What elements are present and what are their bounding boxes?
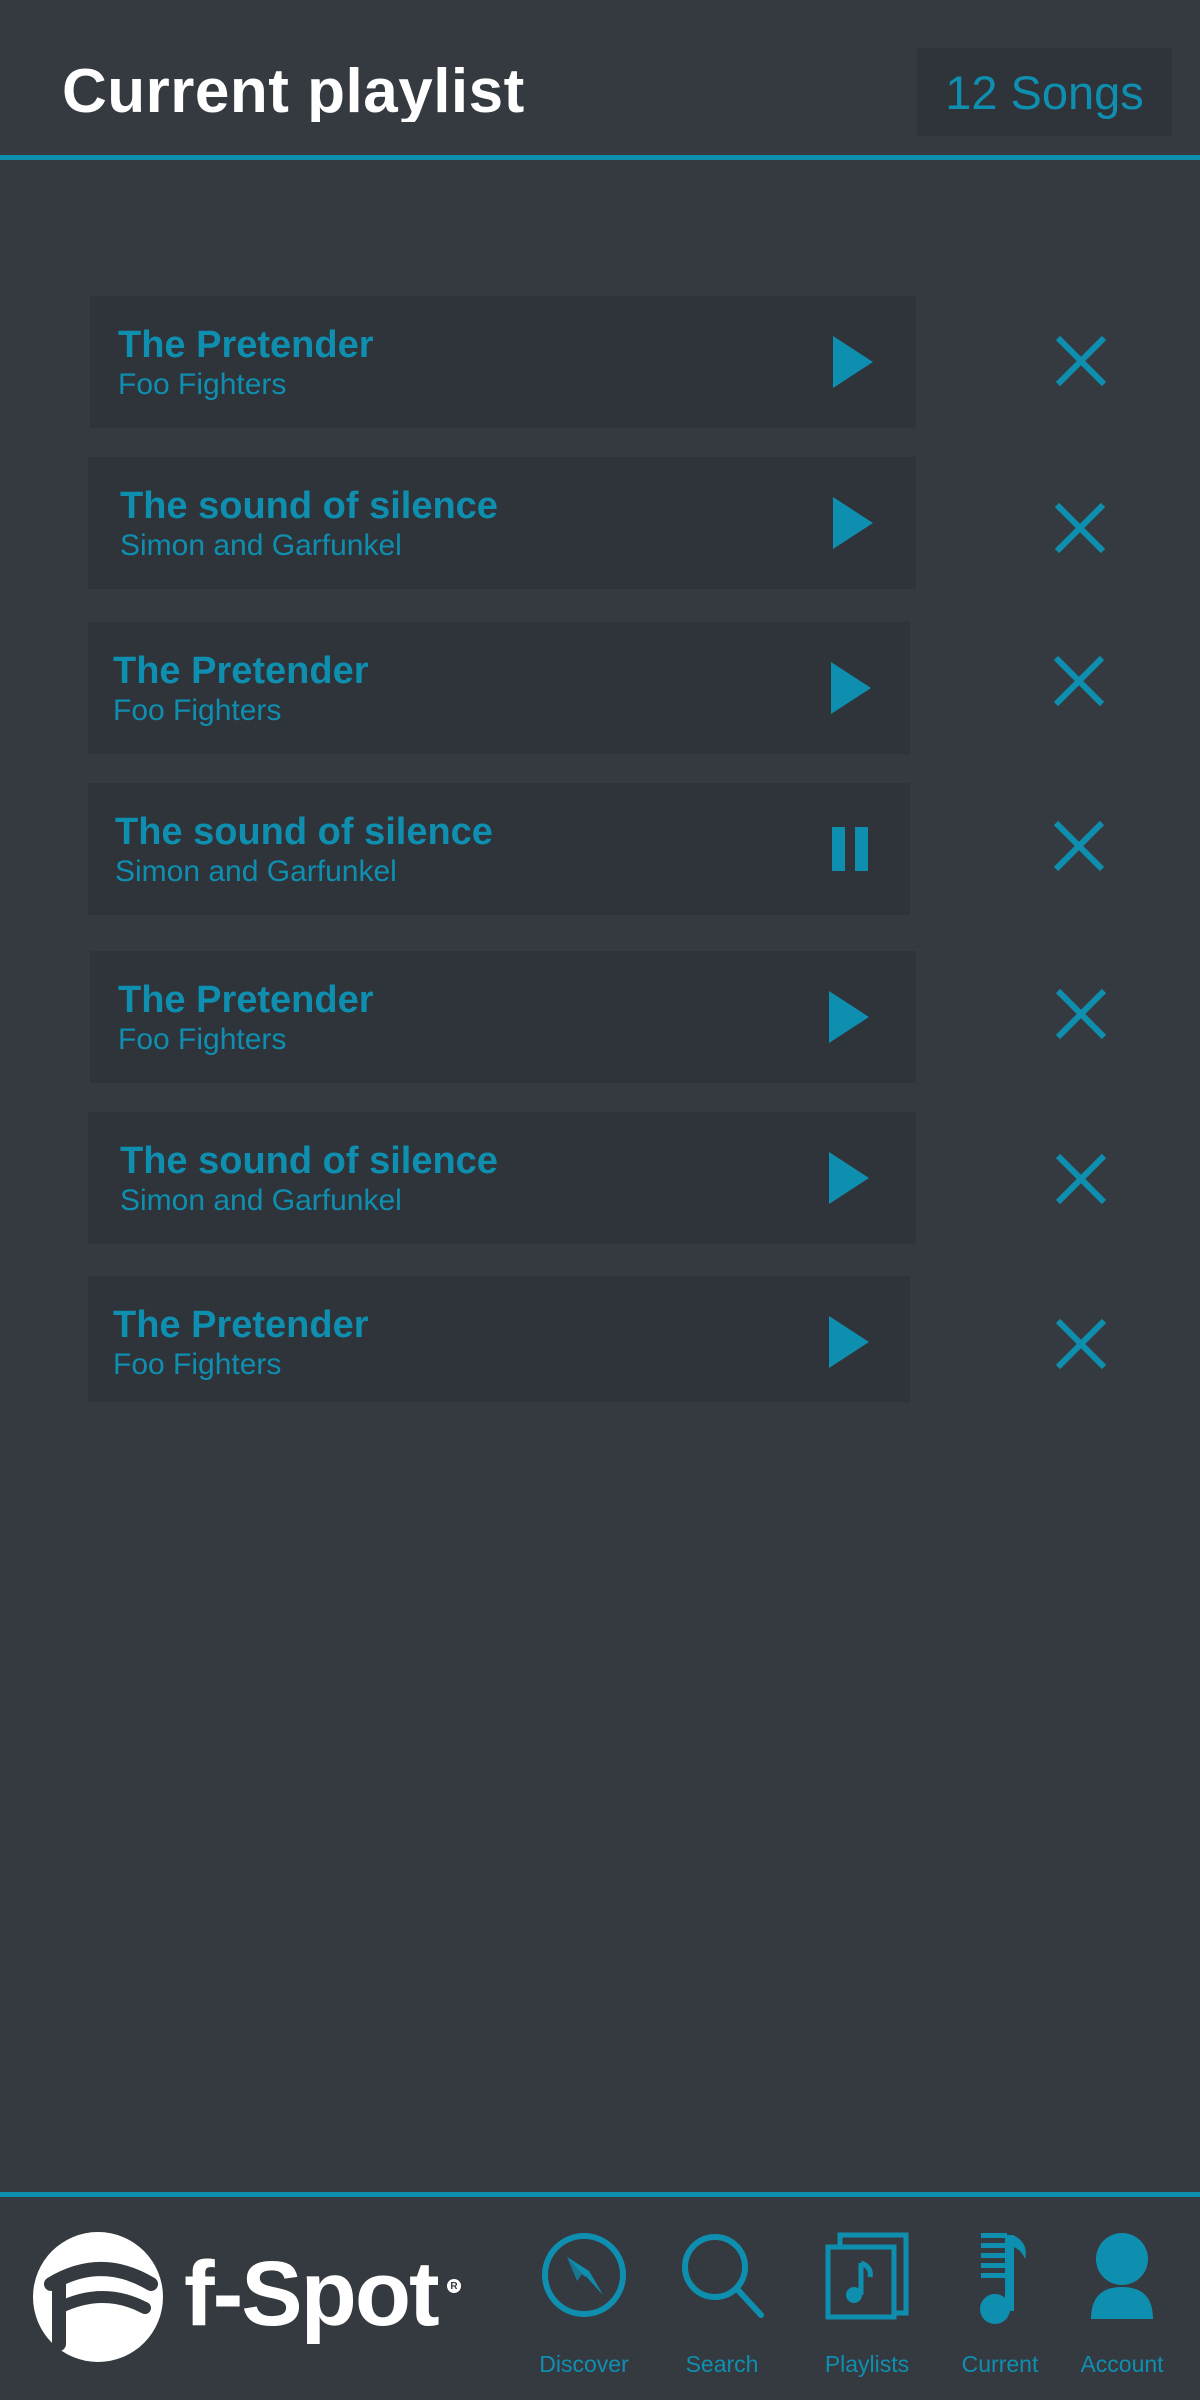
- play-icon: [829, 1152, 869, 1204]
- song-artist: Foo Fighters: [113, 694, 282, 727]
- song-title: The Pretender: [113, 1304, 369, 1346]
- song-title: The Pretender: [118, 979, 374, 1021]
- playlist-row[interactable]: The sound of silence Simon and Garfunkel: [88, 783, 910, 915]
- close-icon: [1055, 988, 1107, 1040]
- song-title: The sound of silence: [120, 485, 498, 527]
- nav-label: Search: [685, 2351, 759, 2377]
- nav-label: Discover: [539, 2351, 629, 2377]
- account-icon: [1091, 2233, 1153, 2319]
- remove-song-button[interactable]: [1052, 1315, 1110, 1373]
- song-artist: Foo Fighters: [118, 368, 287, 401]
- play-icon: [831, 662, 871, 714]
- nav-account[interactable]: Account: [1062, 2227, 1182, 2397]
- remove-song-button[interactable]: [1052, 332, 1110, 390]
- nav-playlists[interactable]: Playlists: [807, 2227, 927, 2397]
- nav-discover[interactable]: Discover: [524, 2227, 644, 2397]
- song-artist: Simon and Garfunkel: [120, 1184, 402, 1217]
- song-title: The Pretender: [118, 324, 374, 366]
- song-title: The sound of silence: [115, 811, 493, 853]
- song-artist: Foo Fighters: [113, 1348, 282, 1381]
- page-title: Current playlist: [62, 57, 525, 122]
- remove-song-button[interactable]: [1052, 1150, 1110, 1208]
- pause-button[interactable]: [820, 819, 880, 879]
- play-button[interactable]: [817, 1148, 877, 1208]
- playlist-row[interactable]: The sound of silence Simon and Garfunkel: [88, 457, 916, 589]
- playlist-row[interactable]: The Pretender Foo Fighters: [88, 1276, 910, 1402]
- search-icon: [682, 2234, 764, 2318]
- close-icon: [1055, 1318, 1107, 1370]
- nav-search[interactable]: Search: [662, 2227, 782, 2397]
- play-button[interactable]: [821, 332, 881, 392]
- brand-name: f-Spot: [184, 2243, 440, 2345]
- playlist-row[interactable]: The sound of silence Simon and Garfunkel: [88, 1112, 916, 1244]
- remove-song-button[interactable]: [1051, 499, 1109, 557]
- remove-song-button[interactable]: [1050, 652, 1108, 710]
- song-title: The Pretender: [113, 650, 369, 692]
- song-artist: Foo Fighters: [118, 1023, 287, 1056]
- playlists-icon: [825, 2232, 909, 2320]
- play-icon: [833, 497, 873, 549]
- close-icon: [1054, 502, 1106, 554]
- header: Current playlist 12 Songs: [0, 0, 1200, 160]
- remove-song-button[interactable]: [1050, 817, 1108, 875]
- nav-label: Playlists: [824, 2351, 910, 2377]
- nav-current[interactable]: Current: [940, 2227, 1060, 2397]
- close-icon: [1053, 820, 1105, 872]
- play-button[interactable]: [817, 987, 877, 1047]
- play-icon: [833, 336, 873, 388]
- playlist-row[interactable]: The Pretender Foo Fighters: [90, 296, 916, 428]
- play-icon: [829, 991, 869, 1043]
- song-title: The sound of silence: [120, 1140, 498, 1182]
- play-button[interactable]: [819, 658, 879, 718]
- playlist-row[interactable]: The Pretender Foo Fighters: [90, 951, 916, 1083]
- playlist-row[interactable]: The Pretender Foo Fighters: [88, 622, 910, 754]
- registered-mark-icon: R: [447, 2279, 461, 2293]
- remove-song-button[interactable]: [1052, 985, 1110, 1043]
- play-icon: [829, 1316, 869, 1368]
- nav-label: Current: [961, 2351, 1039, 2377]
- nav-label: Account: [1080, 2351, 1164, 2377]
- bottom-nav: f-Spot R Discover Search Playlists Curre…: [0, 2192, 1200, 2400]
- compass-icon: [542, 2233, 626, 2317]
- song-artist: Simon and Garfunkel: [115, 855, 397, 888]
- brand-logo-icon: [33, 2232, 163, 2362]
- play-button[interactable]: [817, 1312, 877, 1372]
- play-button[interactable]: [821, 493, 881, 553]
- song-artist: Simon and Garfunkel: [120, 529, 402, 562]
- close-icon: [1055, 1153, 1107, 1205]
- song-count-badge: 12 Songs: [917, 48, 1172, 136]
- close-icon: [1055, 335, 1107, 387]
- close-icon: [1053, 655, 1105, 707]
- pause-icon: [832, 827, 868, 871]
- current-icon: [980, 2233, 1026, 2324]
